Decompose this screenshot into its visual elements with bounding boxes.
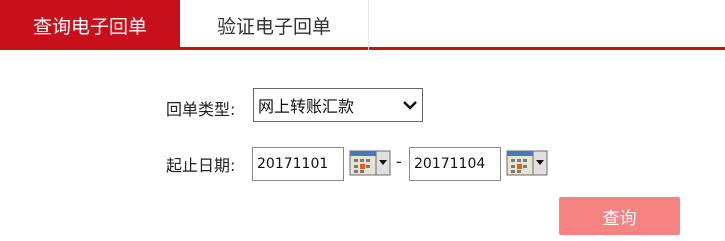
receipt-type-label: 回单类型: [166,100,236,119]
start-date-calendar-button[interactable] [349,150,391,176]
chevron-down-icon [403,101,417,110]
tab-bar: 查询电子回单 验证电子回单 [0,0,725,50]
tab-query-receipt[interactable]: 查询电子回单 [0,0,180,50]
tab-verify-receipt[interactable]: 验证电子回单 [180,0,369,50]
end-date-calendar-button[interactable] [506,150,548,176]
tab-verify-receipt-label: 验证电子回单 [216,15,331,38]
query-button[interactable]: 查询 [559,197,680,235]
tab-query-receipt-label: 查询电子回单 [32,15,147,38]
date-separator: - [396,152,402,171]
receipt-type-select[interactable]: 网上转账汇款 [253,88,423,122]
start-date-value: 20171101 [257,156,329,172]
calendar-icon [506,150,534,176]
end-date-value: 20171104 [414,156,486,172]
calendar-icon [349,150,377,176]
chevron-down-icon [532,150,548,176]
date-range-label: 起止日期: [166,156,236,175]
chevron-down-icon [375,150,391,176]
query-button-label: 查询 [602,208,637,229]
start-date-input[interactable]: 20171101 [252,147,344,181]
receipt-type-value: 网上转账汇款 [258,97,355,116]
end-date-input[interactable]: 20171104 [409,147,501,181]
